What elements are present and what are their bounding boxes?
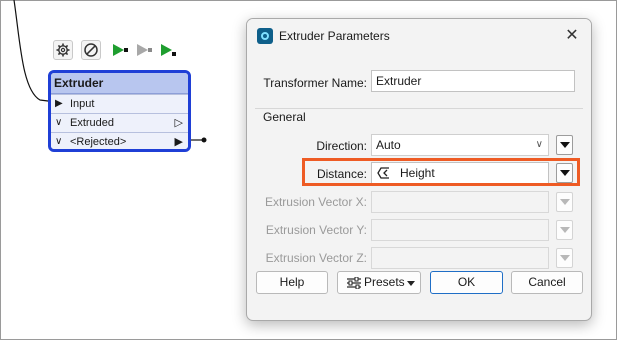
chevron-down-icon: ∨ — [55, 136, 63, 147]
run-from-this-button[interactable] — [133, 40, 153, 60]
ok-button[interactable]: OK — [430, 271, 503, 294]
input-port[interactable]: ▶ Input — [51, 94, 188, 113]
chevron-down-icon — [407, 281, 415, 286]
dialog-title: Extruder Parameters — [279, 29, 390, 43]
distance-row-highlight — [302, 158, 580, 186]
disable-button[interactable] — [81, 40, 101, 60]
cancel-button[interactable]: Cancel — [511, 271, 583, 294]
transformer-name-input[interactable]: Extruder — [371, 70, 575, 92]
run-to-this-icon — [113, 44, 128, 56]
presets-label: Presets — [364, 275, 405, 289]
dialog-titlebar[interactable]: Extruder Parameters ✕ — [247, 19, 591, 53]
direction-label: Direction: — [316, 139, 367, 153]
group-divider — [255, 108, 583, 109]
extrusion-vector-y-menu-button — [556, 220, 573, 240]
presets-button[interactable]: Presets — [337, 271, 421, 294]
extruder-transformer-node[interactable]: Extruder ▶ Input ∨ Extruded ▷ ∨ <Rejecte… — [48, 70, 191, 152]
input-arrow-icon: ▶ — [55, 98, 63, 109]
output-arrow-filled-icon: ▶ — [174, 136, 183, 148]
chevron-down-icon: ∨ — [535, 139, 543, 150]
output-arrow-outline-icon: ▷ — [174, 117, 183, 129]
extrusion-vector-x-input — [371, 191, 549, 213]
rejected-connection-endpoint — [201, 137, 207, 143]
transformer-name-label: Transformer Name: — [263, 76, 367, 90]
extrusion-vector-x-label: Extrusion Vector X: — [264, 195, 367, 209]
help-button[interactable]: Help — [256, 271, 328, 294]
gear-button[interactable] — [53, 40, 73, 60]
run-just-this-button[interactable] — [157, 40, 177, 60]
output-port-label: Extruded — [70, 117, 115, 129]
extrusion-vector-y-label: Extrusion Vector Y: — [265, 223, 367, 237]
output-port-label: <Rejected> — [70, 136, 127, 148]
extrusion-vector-y-input — [371, 219, 549, 241]
direction-value: Auto — [376, 138, 401, 152]
extrusion-vector-x-menu-button — [556, 192, 573, 212]
app-icon — [257, 28, 273, 44]
run-just-this-icon — [161, 44, 176, 56]
run-from-this-icon — [137, 44, 152, 56]
input-port-label: Input — [70, 98, 95, 110]
gear-icon — [56, 43, 70, 57]
extrusion-vector-z-menu-button — [556, 248, 573, 268]
extrusion-vector-z-label: Extrusion Vector Z: — [265, 251, 367, 265]
direction-select[interactable]: Auto ∨ — [371, 134, 549, 156]
close-icon[interactable]: ✕ — [561, 25, 583, 47]
chevron-down-icon: ∨ — [55, 117, 63, 128]
disable-icon — [84, 43, 98, 57]
direction-menu-button[interactable] — [556, 135, 573, 155]
output-port-extruded[interactable]: ∨ Extruded ▷ — [51, 113, 188, 132]
group-label-general: General — [263, 110, 306, 124]
presets-sliders-icon — [347, 277, 361, 289]
transformer-title: Extruder — [51, 73, 188, 94]
extrusion-vector-z-input — [371, 247, 549, 269]
output-port-rejected[interactable]: ∨ <Rejected> ▶ — [51, 132, 188, 149]
run-to-this-button[interactable] — [109, 40, 129, 60]
